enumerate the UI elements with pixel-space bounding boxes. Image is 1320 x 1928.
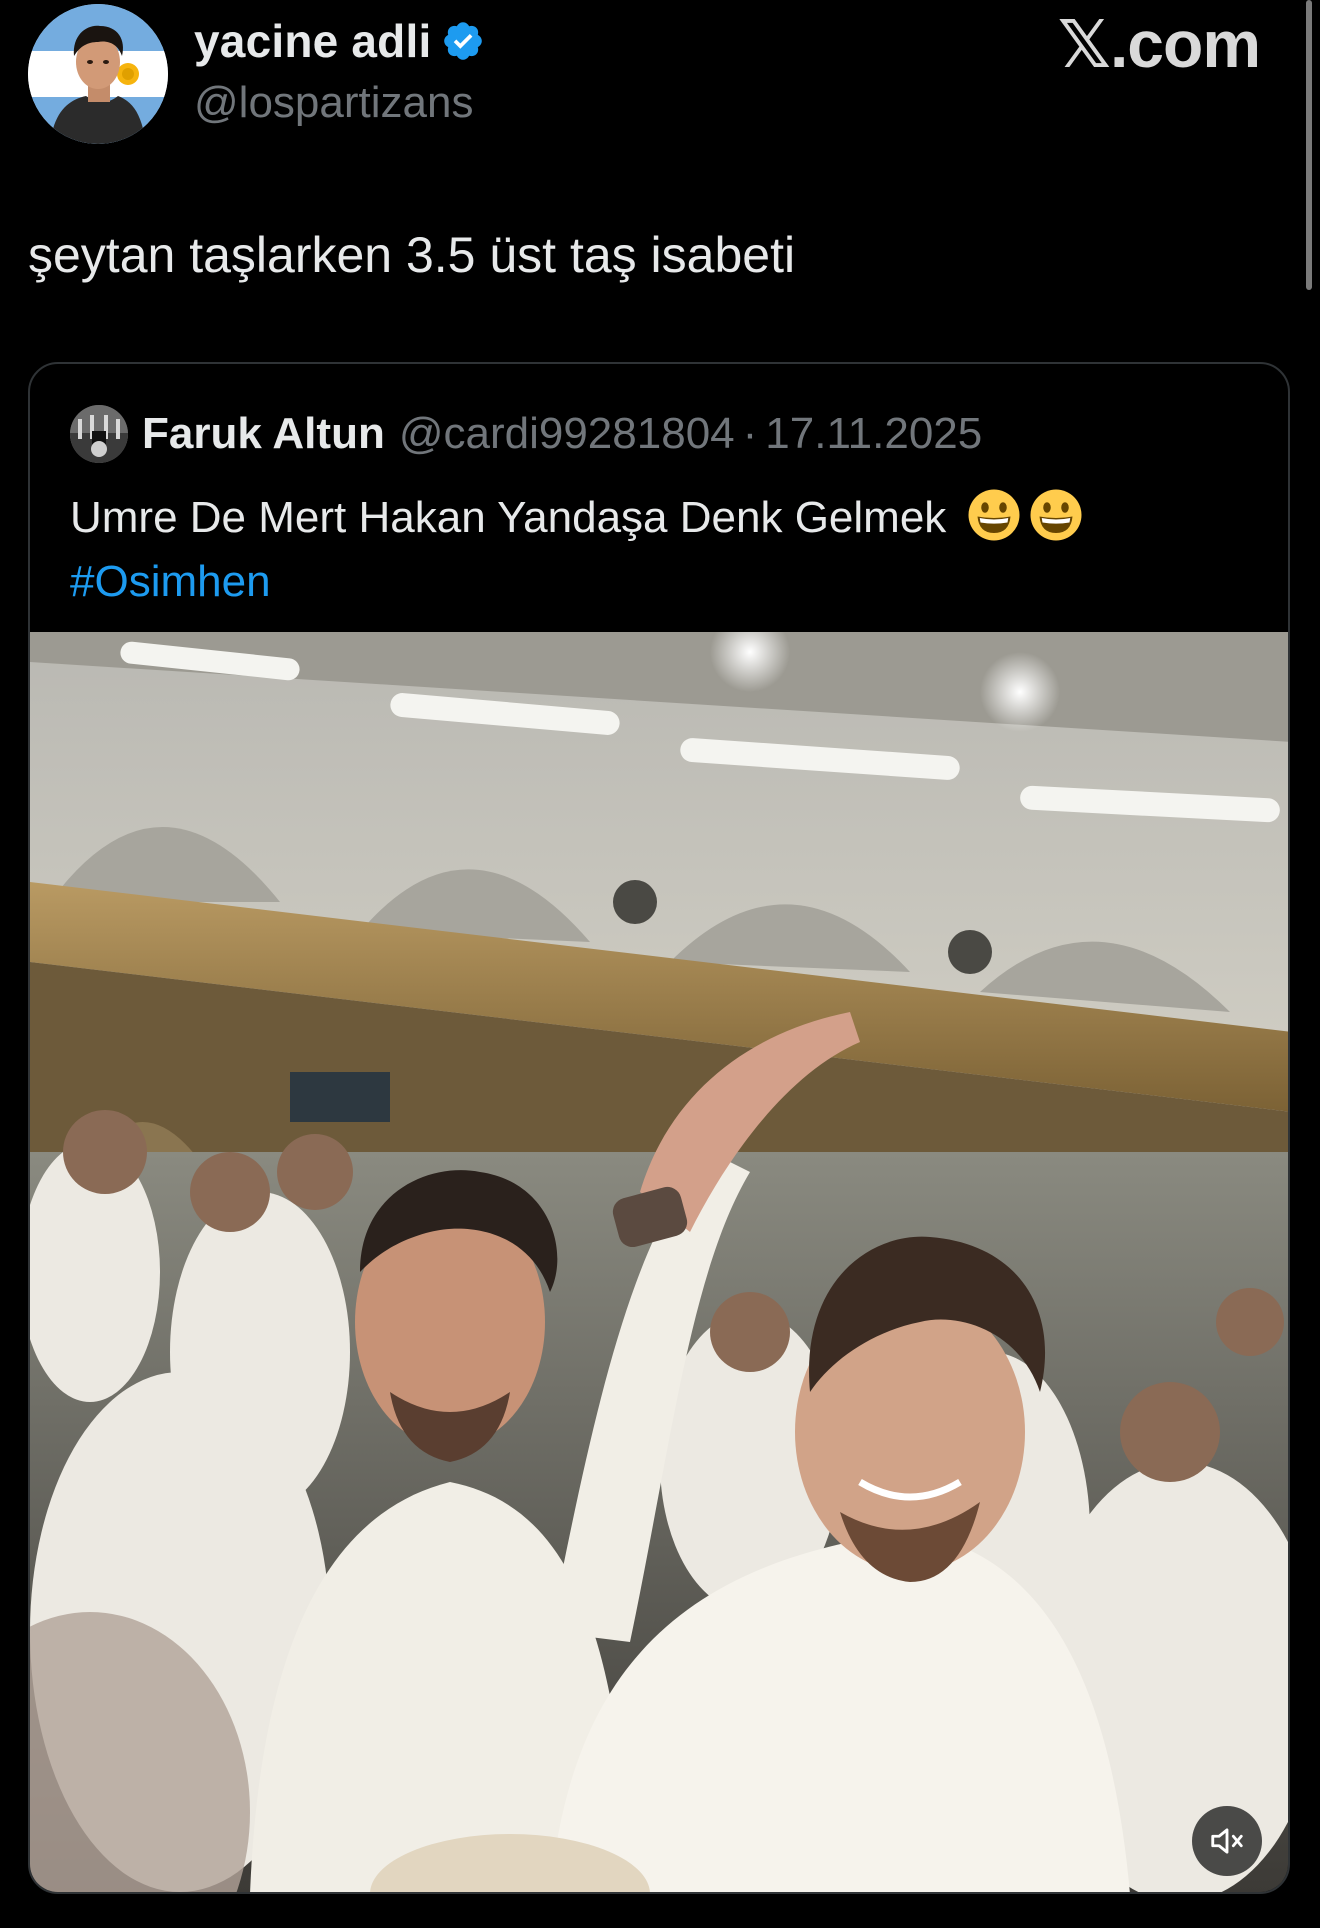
quoted-tweet-video[interactable] [30, 632, 1288, 1892]
verified-badge-icon [444, 22, 483, 60]
quoted-tweet-card[interactable]: Faruk Altun @cardi99281804 · 17.11.2025 … [28, 362, 1290, 1894]
quoted-author-avatar[interactable] [70, 405, 128, 463]
author-avatar-image [28, 4, 168, 144]
quoted-tweet-date[interactable]: 17.11.2025 [765, 409, 982, 459]
x-brand-logo: 𝕏.com [1057, 7, 1261, 81]
quoted-author-name[interactable]: Faruk Altun [142, 409, 385, 459]
scrollbar[interactable] [1306, 0, 1312, 290]
author-name-row: yacine adli [194, 14, 485, 68]
author-avatar[interactable] [28, 4, 168, 144]
header-separator: · [742, 409, 758, 458]
quoted-tweet-header: Faruk Altun @cardi99281804 · 17.11.2025 [70, 404, 982, 464]
speaker-muted-icon [1211, 1828, 1243, 1854]
quoted-tweet-body: Umre De Mert Hakan Yandaşa Denk Gelmek #… [70, 486, 1083, 614]
grinning-face-icon [1030, 489, 1082, 541]
mute-button[interactable] [1192, 1806, 1262, 1876]
tweet-text: şeytan taşlarken 3.5 üst taş isabeti [28, 227, 796, 283]
hashtag-link[interactable]: #Osimhen [70, 550, 1083, 614]
grinning-face-icon [968, 489, 1020, 541]
author-handle[interactable]: @lospartizans [194, 78, 473, 128]
quoted-avatar-image [70, 405, 128, 463]
quoted-author-handle[interactable]: @cardi99281804 [399, 409, 735, 459]
video-frame-image [30, 632, 1288, 1892]
quoted-tweet-text: Umre De Mert Hakan Yandaşa Denk Gelmek [70, 493, 947, 542]
author-name[interactable]: yacine adli [194, 14, 431, 68]
